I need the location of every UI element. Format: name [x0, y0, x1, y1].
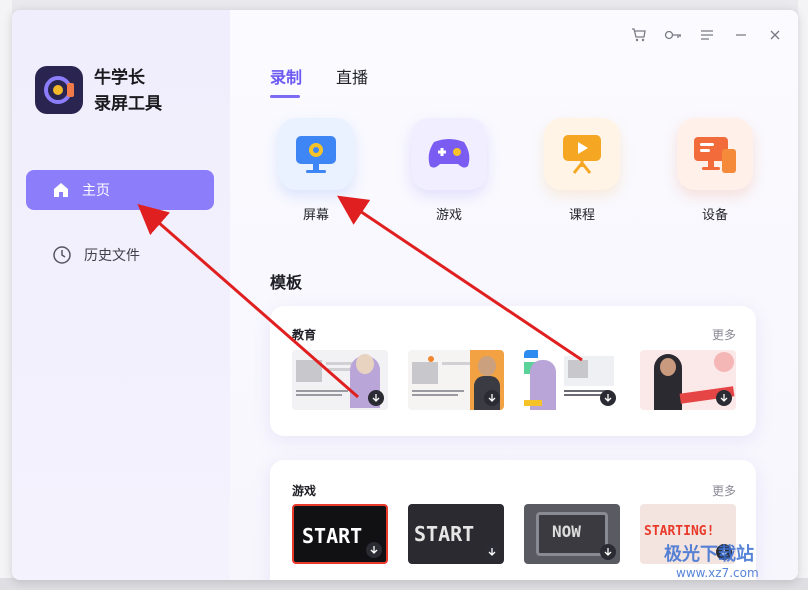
template-thumb[interactable] [292, 350, 388, 410]
monitor-icon [296, 136, 336, 173]
download-icon[interactable] [368, 390, 384, 406]
mode-tile [544, 118, 620, 190]
download-icon[interactable] [484, 544, 500, 560]
gamepad-icon [428, 139, 470, 168]
mode-label: 屏幕 [302, 208, 329, 223]
download-icon[interactable] [600, 544, 616, 560]
mode-tabs: 录制 直播 [270, 64, 368, 98]
app-name-line1: 牛学长 [94, 68, 145, 88]
clock-icon [53, 246, 71, 264]
more-link[interactable]: 更多 [712, 326, 736, 343]
record-modes: 屏幕 游戏 课程 设备 [278, 118, 753, 223]
mode-tile [677, 118, 753, 190]
watermark-logo-text: 极光下载站 [664, 544, 754, 565]
app-name: 牛学长 录屏工具 [94, 65, 162, 117]
app-name-line2: 录屏工具 [94, 94, 162, 114]
main-panel: 录制 直播 屏幕 游戏 课程 设备 模板 教育 更多 游戏 更多 START S… [230, 10, 798, 580]
thumb-text: STARTING! [644, 524, 715, 539]
template-group-title: 游戏 [292, 484, 317, 498]
window-controls [630, 26, 784, 44]
mode-label: 课程 [568, 208, 595, 223]
template-thumb[interactable]: NOW [524, 504, 620, 564]
background-app-right [798, 0, 808, 590]
mode-device[interactable]: 设备 [677, 118, 753, 223]
tab-live[interactable]: 直播 [336, 64, 368, 98]
mode-tile [411, 118, 487, 190]
download-icon[interactable] [366, 542, 382, 558]
template-thumb[interactable]: START [292, 504, 388, 564]
template-thumb[interactable] [640, 350, 736, 410]
download-icon[interactable] [716, 390, 732, 406]
course-icon [563, 135, 601, 174]
key-icon[interactable] [664, 26, 682, 44]
tab-record[interactable]: 录制 [270, 64, 302, 98]
template-thumb[interactable]: START [408, 504, 504, 564]
more-link[interactable]: 更多 [712, 482, 736, 499]
template-thumb[interactable] [408, 350, 504, 410]
mode-label: 游戏 [435, 208, 462, 223]
sidebar: 牛学长 录屏工具 主页 历史文件 [12, 10, 230, 580]
template-group-title: 教育 [292, 328, 317, 342]
thumb-text: NOW [552, 522, 581, 541]
record-logo-icon [44, 76, 74, 104]
sidebar-item-label: 主页 [82, 183, 110, 199]
mode-game[interactable]: 游戏 [411, 118, 487, 223]
device-icon [694, 137, 736, 173]
background-app-left [0, 0, 12, 590]
minimize-icon[interactable] [732, 26, 750, 44]
app-logo [35, 66, 83, 114]
sidebar-item-history[interactable]: 历史文件 [26, 235, 214, 275]
home-icon [54, 183, 68, 197]
close-icon[interactable] [766, 26, 784, 44]
sidebar-item-label: 历史文件 [84, 248, 140, 264]
mode-screen[interactable]: 屏幕 [278, 118, 354, 223]
template-thumbs [292, 350, 736, 410]
template-group-education: 教育 更多 [270, 306, 756, 436]
thumb-text: START [302, 524, 363, 548]
mode-course[interactable]: 课程 [544, 118, 620, 223]
templates-title: 模板 [270, 273, 303, 292]
download-icon[interactable] [484, 390, 500, 406]
menu-icon[interactable] [698, 26, 716, 44]
template-thumb[interactable] [524, 350, 620, 410]
download-icon[interactable] [600, 390, 616, 406]
mode-label: 设备 [701, 208, 728, 223]
cart-icon[interactable] [630, 26, 648, 44]
watermark-url: www.xz7.com [676, 566, 759, 580]
mode-tile [278, 118, 354, 190]
thumb-text: START [414, 522, 475, 546]
sidebar-item-home[interactable]: 主页 [26, 170, 214, 210]
app-window: 牛学长 录屏工具 主页 历史文件 录制 直播 屏幕 游戏 课程 设备 模板 教育… [12, 10, 798, 580]
